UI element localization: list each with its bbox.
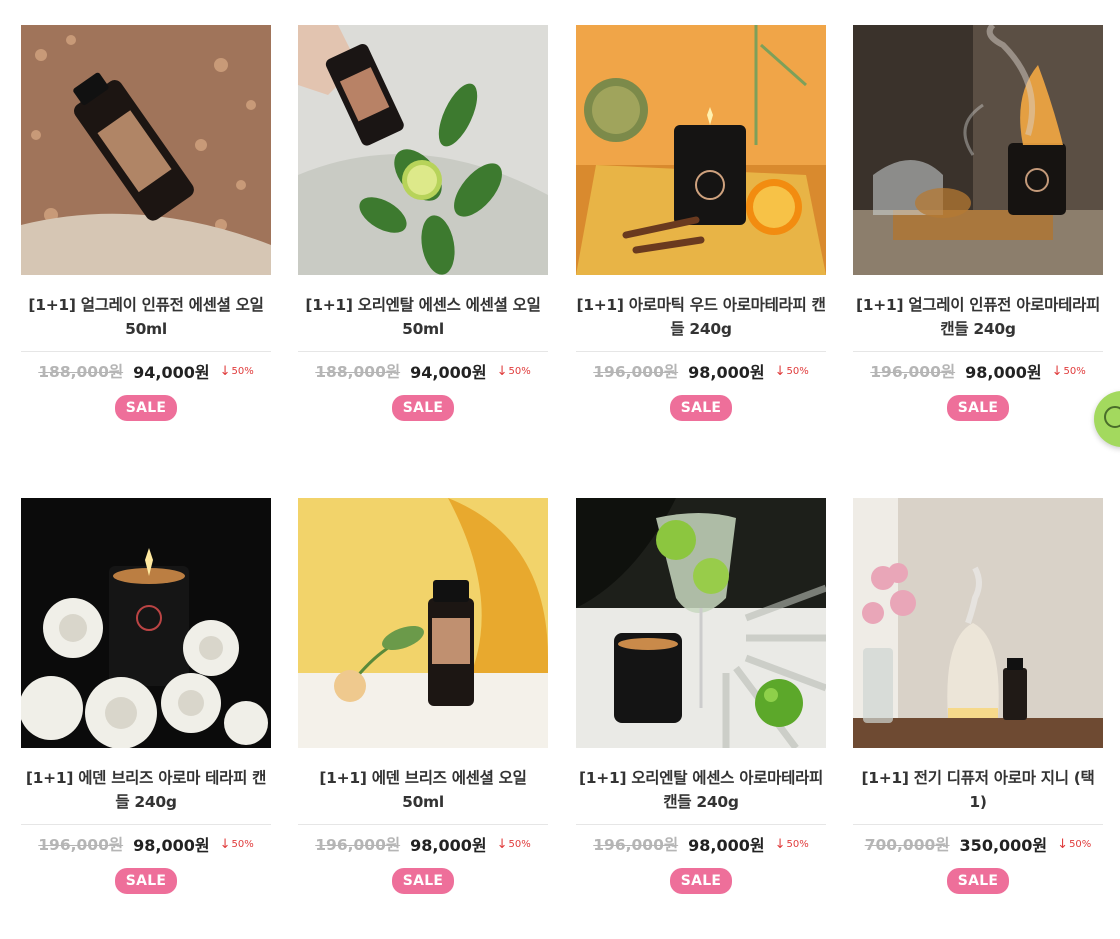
discount-rate: ↓ 50% bbox=[220, 837, 254, 852]
product-card[interactable]: [1+1] 얼그레이 인퓨전 아로마테라피 캔들 240g 196,000원 9… bbox=[853, 25, 1103, 421]
original-price: 196,000원 bbox=[315, 836, 401, 854]
divider bbox=[576, 351, 826, 352]
sale-badge: SALE bbox=[946, 868, 1010, 894]
sale-price: 94,000원 bbox=[133, 363, 210, 382]
divider bbox=[21, 824, 271, 825]
sale-badge: SALE bbox=[114, 868, 178, 894]
product-title[interactable]: [1+1] 얼그레이 인퓨전 에센셜 오일 50ml bbox=[21, 293, 271, 341]
product-image[interactable] bbox=[576, 25, 826, 275]
product-card[interactable]: [1+1] 전기 디퓨저 아로마 지니 (택1) 700,000원 350,00… bbox=[853, 498, 1103, 894]
product-image[interactable] bbox=[298, 25, 548, 275]
down-arrow-icon: ↓ bbox=[496, 836, 508, 852]
product-image[interactable] bbox=[853, 25, 1103, 275]
original-price: 700,000원 bbox=[864, 836, 950, 854]
sale-price: 94,000원 bbox=[410, 363, 487, 382]
sale-price: 98,000원 bbox=[133, 836, 210, 855]
product-image[interactable] bbox=[853, 498, 1103, 748]
product-image[interactable] bbox=[298, 498, 548, 748]
down-arrow-icon: ↓ bbox=[774, 836, 786, 852]
down-arrow-icon: ↓ bbox=[219, 836, 231, 852]
divider bbox=[21, 351, 271, 352]
product-image[interactable] bbox=[576, 498, 826, 748]
original-price: 196,000원 bbox=[593, 836, 679, 854]
discount-rate: ↓ 50% bbox=[775, 837, 809, 852]
sale-badge: SALE bbox=[114, 395, 178, 421]
down-arrow-icon: ↓ bbox=[219, 363, 231, 379]
discount-value: 50% bbox=[1069, 838, 1092, 850]
price-row: 188,000원 94,000원 ↓ 50% bbox=[298, 359, 548, 383]
sale-price: 98,000원 bbox=[410, 836, 487, 855]
product-image[interactable] bbox=[21, 25, 271, 275]
product-title[interactable]: [1+1] 전기 디퓨저 아로마 지니 (택1) bbox=[853, 766, 1103, 814]
price-row: 196,000원 98,000원 ↓ 50% bbox=[576, 832, 826, 856]
sale-price: 350,000원 bbox=[959, 836, 1048, 855]
sale-badge: SALE bbox=[669, 395, 733, 421]
down-arrow-icon: ↓ bbox=[1057, 836, 1069, 852]
sale-badge: SALE bbox=[946, 395, 1010, 421]
product-card[interactable]: [1+1] 에덴 브리즈 에센셜 오일 50ml 196,000원 98,000… bbox=[298, 498, 548, 894]
down-arrow-icon: ↓ bbox=[1051, 363, 1063, 379]
divider bbox=[298, 824, 548, 825]
product-title[interactable]: [1+1] 오리엔탈 에센스 에센셜 오일 50ml bbox=[298, 293, 548, 341]
discount-rate: ↓ 50% bbox=[1057, 837, 1091, 852]
product-image[interactable] bbox=[21, 498, 271, 748]
product-card[interactable]: [1+1] 오리엔탈 에센스 아로마테라피 캔들 240g 196,000원 9… bbox=[576, 498, 826, 894]
product-card[interactable]: [1+1] 에덴 브리즈 아로마 테라피 캔들 240g 196,000원 98… bbox=[21, 498, 271, 894]
discount-rate: ↓ 50% bbox=[775, 364, 809, 379]
discount-value: 50% bbox=[508, 838, 531, 850]
discount-value: 50% bbox=[786, 365, 809, 377]
price-row: 196,000원 98,000원 ↓ 50% bbox=[576, 359, 826, 383]
discount-value: 50% bbox=[786, 838, 809, 850]
original-price: 188,000원 bbox=[38, 363, 124, 381]
divider bbox=[853, 824, 1103, 825]
original-price: 196,000원 bbox=[38, 836, 124, 854]
product-title[interactable]: [1+1] 오리엔탈 에센스 아로마테라피 캔들 240g bbox=[576, 766, 826, 814]
sale-price: 98,000원 bbox=[688, 363, 765, 382]
sale-badge: SALE bbox=[669, 868, 733, 894]
discount-value: 50% bbox=[1063, 365, 1086, 377]
divider bbox=[853, 351, 1103, 352]
sale-badge: SALE bbox=[391, 868, 455, 894]
discount-value: 50% bbox=[231, 838, 254, 850]
divider bbox=[576, 824, 826, 825]
product-card[interactable]: [1+1] 얼그레이 인퓨전 에센셜 오일 50ml 188,000원 94,0… bbox=[21, 25, 271, 421]
price-row: 196,000원 98,000원 ↓ 50% bbox=[298, 832, 548, 856]
down-arrow-icon: ↓ bbox=[774, 363, 786, 379]
discount-rate: ↓ 50% bbox=[497, 364, 531, 379]
product-title[interactable]: [1+1] 얼그레이 인퓨전 아로마테라피 캔들 240g bbox=[853, 293, 1103, 341]
discount-rate: ↓ 50% bbox=[497, 837, 531, 852]
original-price: 188,000원 bbox=[315, 363, 401, 381]
product-card[interactable]: [1+1] 아로마틱 우드 아로마테라피 캔들 240g 196,000원 98… bbox=[576, 25, 826, 421]
price-row: 196,000원 98,000원 ↓ 50% bbox=[21, 832, 271, 856]
product-title[interactable]: [1+1] 에덴 브리즈 아로마 테라피 캔들 240g bbox=[21, 766, 271, 814]
original-price: 196,000원 bbox=[870, 363, 956, 381]
discount-value: 50% bbox=[231, 365, 254, 377]
sale-price: 98,000원 bbox=[965, 363, 1042, 382]
down-arrow-icon: ↓ bbox=[496, 363, 508, 379]
price-row: 196,000원 98,000원 ↓ 50% bbox=[853, 359, 1103, 383]
chat-icon bbox=[1104, 406, 1120, 428]
sale-price: 98,000원 bbox=[688, 836, 765, 855]
divider bbox=[298, 351, 548, 352]
product-card[interactable]: [1+1] 오리엔탈 에센스 에센셜 오일 50ml 188,000원 94,0… bbox=[298, 25, 548, 421]
price-row: 700,000원 350,000원 ↓ 50% bbox=[853, 832, 1103, 856]
price-row: 188,000원 94,000원 ↓ 50% bbox=[21, 359, 271, 383]
discount-value: 50% bbox=[508, 365, 531, 377]
discount-rate: ↓ 50% bbox=[1052, 364, 1086, 379]
product-title[interactable]: [1+1] 에덴 브리즈 에센셜 오일 50ml bbox=[298, 766, 548, 814]
product-title[interactable]: [1+1] 아로마틱 우드 아로마테라피 캔들 240g bbox=[576, 293, 826, 341]
product-grid: [1+1] 얼그레이 인퓨전 에센셜 오일 50ml 188,000원 94,0… bbox=[0, 0, 1120, 939]
discount-rate: ↓ 50% bbox=[220, 364, 254, 379]
sale-badge: SALE bbox=[391, 395, 455, 421]
original-price: 196,000원 bbox=[593, 363, 679, 381]
